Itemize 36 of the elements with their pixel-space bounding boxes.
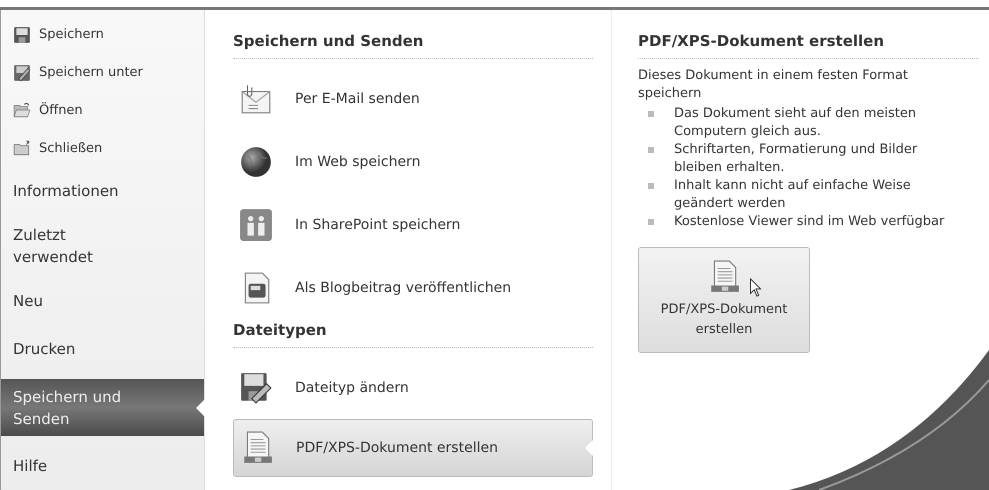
sidebar-tab[interactable]: Zuletzt verwendet	[1, 215, 204, 277]
globe-icon	[239, 144, 273, 178]
floppy-pencil-icon	[239, 370, 273, 404]
description-text: Dieses Dokument in einem festen Format speichern	[638, 67, 910, 103]
menu-command[interactable]: Öffnen	[1, 92, 204, 130]
option-item[interactable]: Dateityp ändern	[233, 356, 593, 419]
section-heading: Speichern und Senden	[233, 32, 593, 59]
option-item[interactable]: In SharePoint speichern	[233, 193, 593, 256]
option-item[interactable]: Per E-Mail senden	[233, 67, 593, 130]
section-heading: Dateitypen	[233, 321, 593, 348]
create-pdf-button[interactable]: PDF/XPS-Dokument erstellen	[638, 247, 810, 353]
sidebar-tab[interactable]: Hilfe	[1, 442, 204, 490]
bullet-icon	[648, 219, 654, 225]
menu-command[interactable]: Speichern	[1, 16, 204, 54]
bullet-text: Kostenlose Viewer sind im Web verfügbar	[674, 213, 946, 231]
option-item[interactable]: Als Blogbeitrag veröffentlichen	[233, 256, 593, 319]
folder-icon	[13, 139, 31, 158]
menu-command[interactable]: Speichern unter	[1, 54, 204, 92]
mouse-pointer-icon	[749, 278, 763, 298]
people-icon	[239, 208, 273, 242]
sidebar-tab[interactable]: Informationen	[1, 167, 204, 215]
detail-heading: PDF/XPS-Dokument erstellen	[638, 32, 979, 59]
menu-command[interactable]: Schließen	[1, 129, 204, 167]
sidebar-tab[interactable]: Neu	[1, 277, 204, 325]
open-folder-icon	[13, 101, 31, 120]
sidebar-tab[interactable]: Speichern und Senden	[1, 379, 204, 436]
option-item[interactable]: PDF/XPS-Dokument erstellen	[233, 419, 593, 477]
bullet-text: Schriftarten, Formatierung und Bilder bleiben erhalten.	[674, 141, 918, 177]
bullet-icon	[648, 111, 654, 117]
option-item[interactable]: Im Web speichern	[233, 130, 593, 193]
bullet-text: Inhalt kann nicht auf einfache Weise geändert werden	[674, 177, 912, 213]
bullet-text: Das Dokument sieht auf den meisten Computern gleich aus.	[674, 105, 918, 141]
bullet-icon	[648, 183, 654, 189]
sidebar-tab[interactable]: Drucken	[1, 325, 204, 373]
floppy-pencil-icon	[13, 64, 31, 82]
bullet-icon	[648, 147, 654, 153]
